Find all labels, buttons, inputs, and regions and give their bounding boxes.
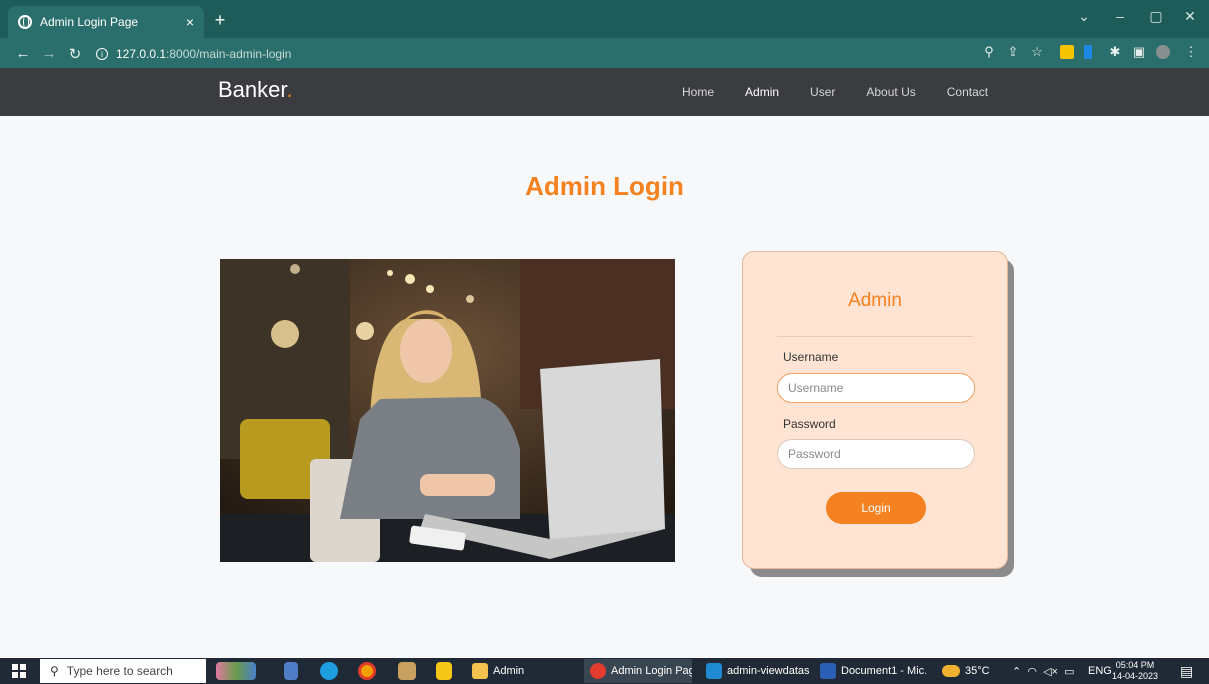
word-icon bbox=[820, 663, 836, 679]
task-word[interactable]: Document1 - Mic... bbox=[814, 659, 926, 683]
username-input[interactable] bbox=[777, 373, 975, 403]
search-icon: ⚲ bbox=[50, 664, 59, 678]
chevron-up-icon[interactable]: ⌃ bbox=[1012, 665, 1021, 678]
browser-tab[interactable]: Admin Login Page × bbox=[8, 6, 204, 38]
info-icon[interactable]: i bbox=[96, 48, 108, 60]
folder-icon bbox=[472, 663, 488, 679]
maximize-button[interactable]: ▢ bbox=[1144, 8, 1168, 25]
hero-photo bbox=[220, 259, 675, 562]
tab-close-icon[interactable]: × bbox=[186, 14, 194, 30]
browser-tab-bar: Admin Login Page × + ⌄ – ▢ ✕ bbox=[0, 0, 1209, 38]
tab-search-icon[interactable]: ⌄ bbox=[1072, 8, 1096, 25]
extension-icon[interactable] bbox=[1060, 45, 1074, 59]
username-label: Username bbox=[783, 350, 839, 364]
paint-icon[interactable] bbox=[398, 662, 416, 680]
brand-name: Banker bbox=[218, 77, 287, 102]
forward-arrow-icon[interactable]: → bbox=[40, 45, 58, 62]
site-navbar: Banker. Home Admin User About Us Contact bbox=[0, 68, 1209, 116]
globe-icon bbox=[18, 15, 32, 29]
brand-logo[interactable]: Banker. bbox=[218, 77, 293, 103]
sidepanel-icon[interactable]: ▣ bbox=[1132, 45, 1146, 59]
chrome-task-icon bbox=[590, 663, 606, 679]
tray-icons[interactable]: ⌃ ◠ ◁× ▭ bbox=[1012, 658, 1075, 684]
sticky-notes-icon[interactable] bbox=[436, 662, 452, 680]
reload-icon[interactable]: ↻ bbox=[66, 45, 84, 63]
notification-icon[interactable]: ▤ bbox=[1180, 658, 1193, 684]
task-file-explorer[interactable]: Admin bbox=[466, 659, 558, 683]
battery-icon[interactable]: ▭ bbox=[1064, 665, 1074, 678]
network-icon[interactable]: ◠ bbox=[1027, 665, 1037, 678]
woman-laptop-illustration bbox=[220, 259, 675, 562]
profile-icon[interactable] bbox=[1156, 45, 1170, 59]
weather-widget[interactable]: 35°C bbox=[942, 658, 990, 684]
zoom-icon[interactable]: ⚲ bbox=[982, 45, 996, 59]
minimize-button[interactable]: – bbox=[1108, 8, 1132, 24]
login-card: Admin Username Password Login bbox=[742, 251, 1008, 569]
chrome-icon[interactable] bbox=[358, 662, 376, 680]
windows-taskbar: ⚲ Type here to search Admin Admin Login … bbox=[0, 658, 1209, 684]
taskbar-clock[interactable]: 05:04 PM 14-04-2023 bbox=[1112, 660, 1158, 682]
nav-home[interactable]: Home bbox=[682, 85, 714, 99]
url-host: 127.0.0.1 bbox=[116, 47, 167, 61]
tab-title: Admin Login Page bbox=[40, 15, 139, 29]
extension-blue-icon[interactable] bbox=[1084, 45, 1092, 59]
puzzle-icon[interactable]: ✱ bbox=[1108, 45, 1122, 59]
calculator-icon[interactable] bbox=[284, 662, 298, 680]
menu-icon[interactable]: ⋮ bbox=[1184, 45, 1198, 59]
vscode-icon bbox=[706, 663, 722, 679]
address-bar: ← → ↻ i 127.0.0.1:8000/main-admin-login … bbox=[0, 38, 1209, 68]
volume-icon[interactable]: ◁× bbox=[1043, 665, 1058, 678]
password-input[interactable] bbox=[777, 439, 975, 469]
language-indicator[interactable]: ENG bbox=[1088, 658, 1112, 684]
nav-about-us[interactable]: About Us bbox=[866, 85, 915, 99]
task-chrome[interactable]: Admin Login Pag... bbox=[584, 659, 692, 683]
nav-user[interactable]: User bbox=[810, 85, 835, 99]
new-tab-button[interactable]: + bbox=[210, 10, 230, 31]
taskbar-search-placeholder: Type here to search bbox=[66, 664, 173, 678]
login-heading: Admin bbox=[848, 290, 902, 311]
close-window-button[interactable]: ✕ bbox=[1178, 8, 1202, 25]
url-field[interactable]: i 127.0.0.1:8000/main-admin-login bbox=[96, 44, 966, 64]
password-label: Password bbox=[783, 417, 836, 431]
nav-admin[interactable]: Admin bbox=[745, 85, 779, 99]
windows-start-icon[interactable] bbox=[12, 664, 26, 678]
share-icon[interactable]: ⇪ bbox=[1006, 45, 1020, 59]
nav-contact[interactable]: Contact bbox=[947, 85, 988, 99]
divider bbox=[777, 336, 973, 337]
nav-links: Home Admin User About Us Contact bbox=[682, 85, 1019, 99]
taskbar-search[interactable]: ⚲ Type here to search bbox=[40, 659, 206, 683]
task-vscode[interactable]: admin-viewdatas... bbox=[700, 659, 810, 683]
star-icon[interactable]: ☆ bbox=[1030, 45, 1044, 59]
page-title: Admin Login bbox=[525, 171, 684, 201]
edge-icon[interactable] bbox=[320, 662, 338, 680]
login-button[interactable]: Login bbox=[826, 492, 926, 524]
weather-icon bbox=[942, 665, 960, 677]
back-arrow-icon[interactable]: ← bbox=[14, 45, 32, 62]
widgets-icon[interactable] bbox=[216, 662, 256, 680]
url-path: :8000/main-admin-login bbox=[166, 47, 292, 61]
brand-dot: . bbox=[286, 77, 293, 102]
